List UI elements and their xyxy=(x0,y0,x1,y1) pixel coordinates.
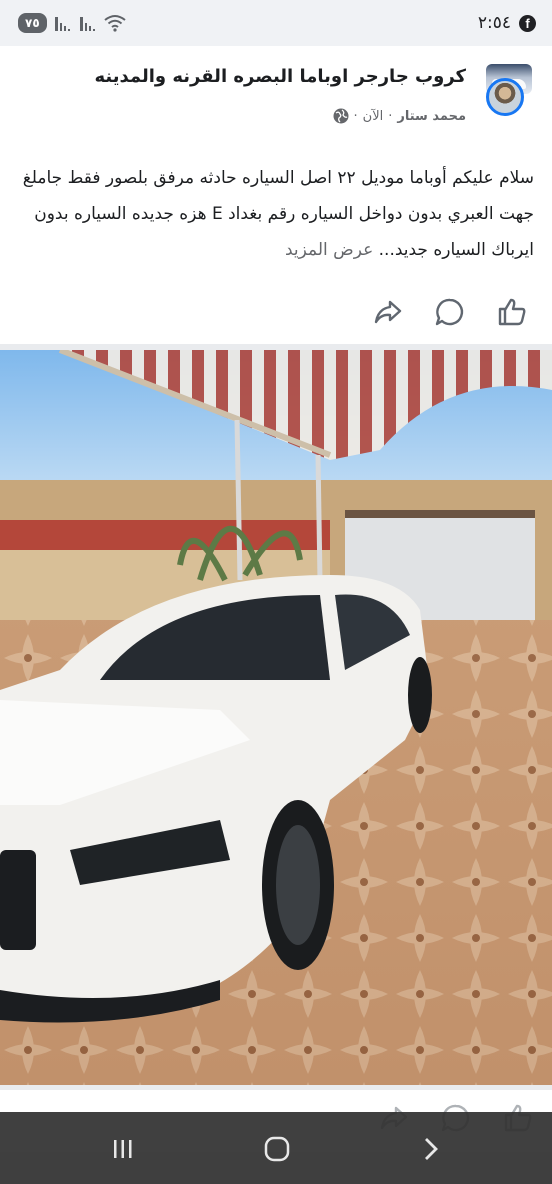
globe-icon xyxy=(333,108,349,124)
back-icon[interactable] xyxy=(416,1134,446,1164)
facebook-notification-icon: f xyxy=(519,14,536,32)
signal-icon xyxy=(54,17,70,31)
status-left: ٧٥ xyxy=(18,13,126,33)
share-icon[interactable] xyxy=(372,296,404,328)
wifi-icon xyxy=(104,15,126,32)
post-photo[interactable] xyxy=(0,350,552,1085)
recent-apps-icon[interactable] xyxy=(108,1134,138,1164)
system-navigation-bar xyxy=(0,1112,552,1184)
like-icon[interactable] xyxy=(496,296,528,328)
post-actions xyxy=(372,296,528,328)
battery-indicator: ٧٥ xyxy=(18,13,47,33)
post-meta: محمد ستار · الآن · xyxy=(333,108,466,124)
post-card: كروب جارجر اوباما البصره القرنه والمدينه… xyxy=(0,46,552,344)
post-text: سلام عليكم أوباما موديل ٢٢ اصل السياره ح… xyxy=(22,168,534,260)
meta-separator: · xyxy=(353,108,358,124)
post-timestamp[interactable]: الآن xyxy=(363,109,384,124)
author-name[interactable]: محمد ستار xyxy=(397,109,466,124)
comment-icon[interactable] xyxy=(434,296,466,328)
see-more-link[interactable]: عرض المزيد xyxy=(285,240,373,260)
clock: ٢:٥٤ xyxy=(477,13,511,33)
car-photo-illustration xyxy=(0,350,552,1085)
group-name[interactable]: كروب جارجر اوباما البصره القرنه والمدينه xyxy=(94,66,466,87)
status-bar: ٧٥ ٢:٥٤ f xyxy=(0,0,552,46)
group-avatar[interactable] xyxy=(478,64,532,118)
meta-separator: · xyxy=(388,108,393,124)
author-avatar[interactable] xyxy=(486,78,524,116)
status-right: ٢:٥٤ f xyxy=(478,13,536,33)
signal-icon xyxy=(79,17,95,31)
post-body: سلام عليكم أوباما موديل ٢٢ اصل السياره ح… xyxy=(16,160,534,268)
home-icon[interactable] xyxy=(262,1134,292,1164)
